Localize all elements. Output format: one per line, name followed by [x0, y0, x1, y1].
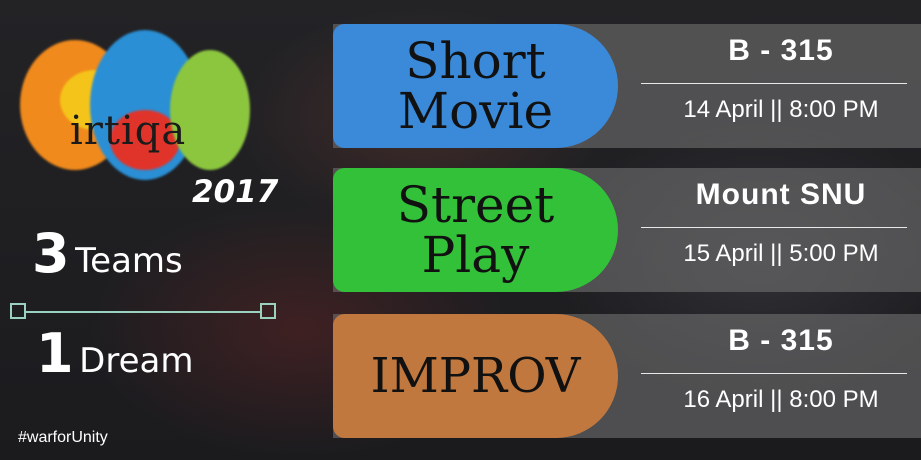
event-separator: ||: [770, 96, 783, 123]
dream-word: Dream: [79, 341, 194, 381]
event-name-pill: Street Play: [333, 168, 618, 292]
event-name-line1: Street: [396, 176, 555, 234]
event-separator: ||: [770, 386, 783, 413]
event-street-play: Street Play Mount SNU 15 April || 5:00 P…: [333, 168, 921, 292]
event-name-pill: IMPROV: [333, 314, 618, 438]
event-name-line1: IMPROV: [370, 348, 581, 404]
event-improv: IMPROV B - 315 16 April || 8:00 PM: [333, 314, 921, 438]
connector-left-square: [10, 303, 26, 319]
event-time: 5:00 PM: [789, 240, 879, 267]
event-divider: [641, 373, 907, 374]
event-time: 8:00 PM: [789, 386, 879, 413]
event-divider: [641, 83, 907, 84]
event-name-line2: Play: [421, 226, 530, 284]
teams-count: 3: [32, 222, 70, 285]
event-venue: B - 315: [728, 324, 834, 357]
teams-word: Teams: [75, 241, 183, 281]
event-venue: B - 315: [728, 34, 834, 67]
event-divider: [641, 227, 907, 228]
event-datetime: 16 April || 8:00 PM: [641, 386, 921, 414]
connector-line: [10, 302, 276, 322]
irtiqa-logo: irtiqa 2017: [0, 0, 300, 220]
event-separator: ||: [770, 240, 783, 267]
event-date: 15 April: [683, 240, 764, 267]
event-name-line1: Short: [405, 32, 546, 90]
teams-line: 3 Teams: [32, 222, 183, 285]
dream-count: 1: [36, 322, 74, 385]
event-time: 8:00 PM: [789, 96, 879, 123]
hashtag: #warforUnity: [18, 429, 108, 446]
logo-wordmark: irtiqa: [70, 108, 187, 154]
event-date: 16 April: [683, 386, 764, 413]
event-venue: Mount SNU: [695, 178, 867, 211]
event-name-line2: Movie: [397, 82, 554, 140]
event-short-movie: Short Movie B - 315 14 April || 8:00 PM: [333, 24, 921, 148]
dream-line: 1 Dream: [36, 322, 193, 385]
connector-bar: [26, 311, 262, 313]
event-datetime: 15 April || 5:00 PM: [641, 240, 921, 268]
connector-right-square: [260, 303, 276, 319]
event-date: 14 April: [683, 96, 764, 123]
logo-year: 2017: [192, 174, 279, 210]
event-name-pill: Short Movie: [333, 24, 618, 148]
event-datetime: 14 April || 8:00 PM: [641, 96, 921, 124]
